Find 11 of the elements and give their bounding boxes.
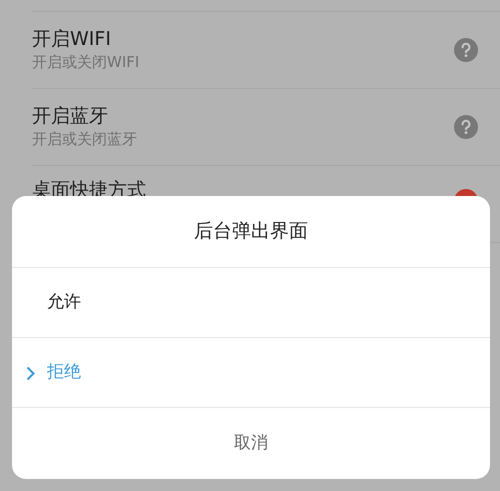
setting-subtitle: 开启或关闭蓝牙 bbox=[32, 130, 138, 150]
cancel-button[interactable]: 取消 bbox=[12, 408, 490, 479]
help-icon[interactable] bbox=[454, 115, 478, 139]
setting-subtitle: 开启或关闭WIFI bbox=[32, 52, 140, 72]
dialog-title: 后台弹出界面 bbox=[12, 196, 490, 268]
setting-title: 开启蓝牙 bbox=[32, 104, 109, 128]
option-item[interactable]: 允许 bbox=[12, 268, 490, 338]
option-item[interactable]: 拒绝 bbox=[12, 338, 490, 408]
setting-title: 开启WIFI bbox=[32, 28, 112, 51]
chevron-icon bbox=[26, 366, 35, 381]
help-icon[interactable] bbox=[454, 38, 478, 62]
